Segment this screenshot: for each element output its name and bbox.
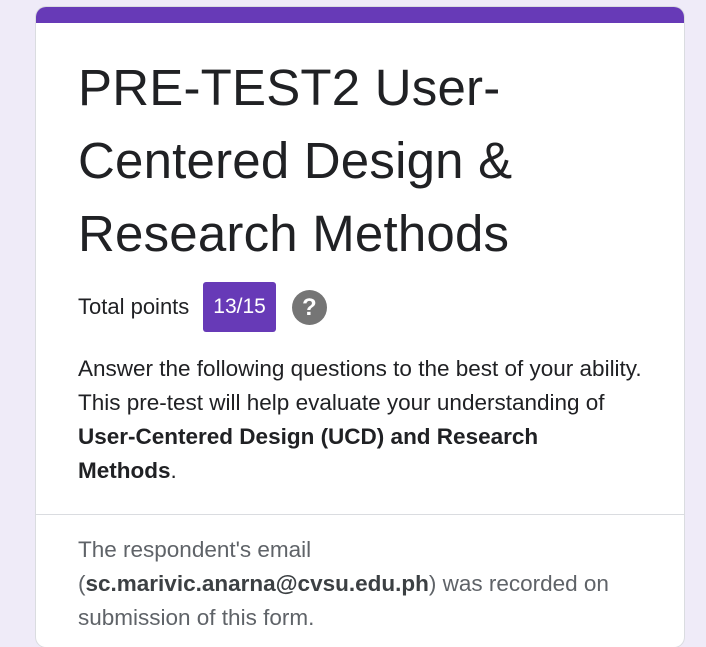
form-description: Answer the following questions to the be… xyxy=(78,352,642,514)
total-points-row: Total points 13/15 ? xyxy=(78,282,642,332)
score-badge: 13/15 xyxy=(203,282,276,332)
help-circle-icon[interactable]: ? xyxy=(291,289,327,325)
form-header: PRE-TEST2 User-Centered Design & Researc… xyxy=(36,23,684,514)
respondent-email: sc.marivic.anarna@cvsu.edu.ph xyxy=(85,571,429,596)
description-end: . xyxy=(170,458,177,483)
form-title: PRE-TEST2 User-Centered Design & Researc… xyxy=(78,59,513,262)
total-points-label: Total points xyxy=(78,294,190,319)
description-bold: User-Centered Design (UCD) and Research … xyxy=(78,424,539,483)
description-lead: Answer the following questions to the be… xyxy=(78,356,642,415)
respondent-email-note: The respondent's email (sc.marivic.anarn… xyxy=(36,515,684,635)
accent-bar xyxy=(36,7,684,23)
form-header-card: PRE-TEST2 User-Centered Design & Researc… xyxy=(36,7,684,647)
